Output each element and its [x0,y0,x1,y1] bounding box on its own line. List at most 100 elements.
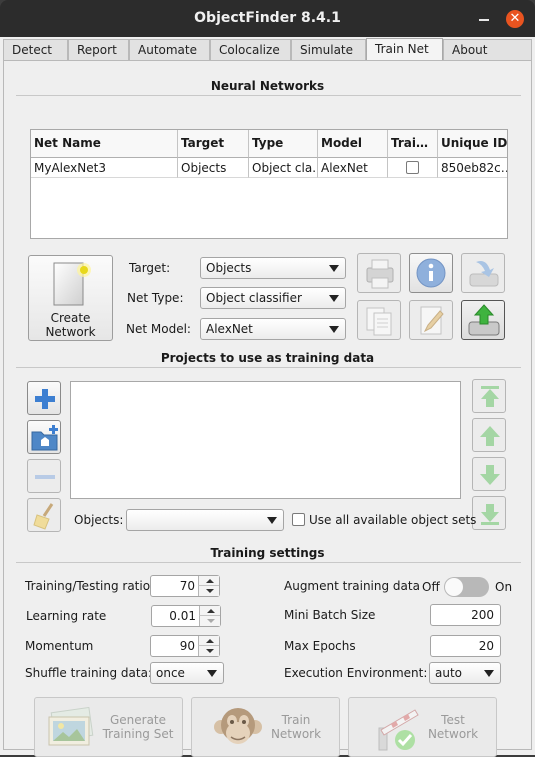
copy-button[interactable] [357,300,401,340]
upload-button[interactable] [461,300,505,340]
tab-detect[interactable]: Detect [3,39,68,61]
tab-bar: Detect Report Automate Colocalize Simula… [3,38,532,62]
ratio-value: 70 [179,579,195,593]
ratio-spinner[interactable]: 70 [150,575,220,597]
tab-train-net[interactable]: Train Net [366,38,443,62]
batch-size-label: Mini Batch Size [284,608,376,622]
neural-networks-title: Neural Networks [210,79,325,93]
move-bottom-button[interactable] [472,496,506,530]
col-trained[interactable]: Trai… [388,130,438,158]
shuffle-value: once [156,666,185,680]
ratio-up[interactable] [198,576,219,586]
image-set-icon [48,707,94,746]
train-label-2: Network [270,727,322,741]
test-network-button[interactable]: Test Network [348,697,497,757]
objects-select[interactable] [126,509,284,531]
augment-toggle[interactable] [444,577,489,597]
ratio-down[interactable] [198,586,219,596]
momentum-down[interactable] [198,646,219,656]
cell-unique-id[interactable]: 850eb82c… [438,158,507,178]
momentum-spinner[interactable]: 90 [150,635,220,657]
tab-automate[interactable]: Automate [129,39,210,61]
move-down-icon [480,465,500,485]
info-button[interactable] [409,253,453,293]
augment-on-label: On [495,580,513,594]
training-settings-title: Training settings [210,546,325,560]
networks-table[interactable]: Net Name Target Type Model Trai… Unique … [30,129,508,239]
import-button[interactable] [461,253,505,293]
exec-env-select[interactable]: auto [429,662,501,684]
add-folder-icon [31,425,58,451]
divider [16,562,521,563]
shuffle-label: Shuffle training data: [25,666,153,680]
move-bottom-icon [481,504,499,525]
shuffle-select[interactable]: once [150,662,224,684]
net-type-value: Object classifier [206,291,302,305]
monkey-icon [214,708,262,744]
add-folder-button[interactable] [27,420,61,454]
col-type[interactable]: Type [249,130,318,158]
cell-net-name[interactable]: MyAlexNet3 [31,158,178,178]
move-up-button[interactable] [472,418,506,452]
create-network-button[interactable]: Create Network [28,255,113,341]
window-title: ObjectFinder 8.4.1 [194,10,341,26]
test-label-2: Network [427,727,479,741]
tab-colocalize[interactable]: Colocalize [210,39,291,61]
divider [16,95,521,96]
col-model[interactable]: Model [318,130,388,158]
train-network-button[interactable]: Train Network [191,697,340,757]
augment-off-label: Off [422,580,440,594]
tab-about[interactable]: About [443,39,532,61]
info-icon [416,258,446,288]
target-label: Target: [129,261,171,275]
edit-button[interactable] [409,300,453,340]
col-target[interactable]: Target [178,130,249,158]
net-model-select[interactable]: AlexNet [200,318,346,340]
momentum-up[interactable] [198,636,219,646]
exec-env-label: Execution Environment: [284,666,428,680]
col-unique-id[interactable]: Unique ID [438,130,507,158]
learning-rate-spinner[interactable]: 0.01 [151,605,221,627]
clear-projects-button[interactable] [27,498,61,532]
max-epochs-input[interactable]: 20 [430,635,501,657]
printer-icon [366,259,394,289]
batch-size-input[interactable]: 200 [430,604,501,626]
augment-label: Augment training data [284,579,420,593]
add-project-button[interactable] [27,381,61,415]
move-top-button[interactable] [472,379,506,413]
tab-simulate[interactable]: Simulate [291,39,366,61]
move-top-icon [481,386,499,407]
move-down-button[interactable] [472,457,506,491]
col-net-name[interactable]: Net Name [31,130,178,158]
lr-up[interactable] [199,606,220,616]
train-net-panel: Neural Networks Net Name Target Type Mod… [3,60,532,757]
objects-label: Objects: [74,513,124,527]
edit-icon [420,306,444,335]
cell-type[interactable]: Object cla… [249,158,318,178]
create-label-1: Create [50,311,91,325]
cell-trained[interactable] [388,158,438,178]
close-button[interactable]: ✕ [506,10,524,28]
cell-model[interactable]: AlexNet [318,158,388,178]
use-all-checkbox[interactable] [292,513,305,526]
upload-drive-icon [468,304,500,336]
momentum-value: 90 [179,639,195,653]
train-label-1: Train [281,713,311,727]
momentum-label: Momentum [25,639,94,653]
trained-checkbox[interactable] [406,161,419,174]
net-model-label: Net Model: [126,322,191,336]
projects-list[interactable] [70,381,461,499]
lr-down[interactable] [199,616,220,626]
net-type-label: Net Type: [127,291,184,305]
generate-training-set-button[interactable]: Generate Training Set [34,697,183,757]
import-icon [469,261,499,287]
cell-target[interactable]: Objects [178,158,249,178]
minimize-button[interactable] [476,10,492,26]
net-type-select[interactable]: Object classifier [200,287,346,309]
print-button[interactable] [357,253,401,293]
tab-report[interactable]: Report [68,39,129,61]
move-up-icon [480,426,500,446]
remove-project-button[interactable] [27,459,61,493]
target-select[interactable]: Objects [200,257,346,279]
ratio-label: Training/Testing ratio [25,579,151,593]
